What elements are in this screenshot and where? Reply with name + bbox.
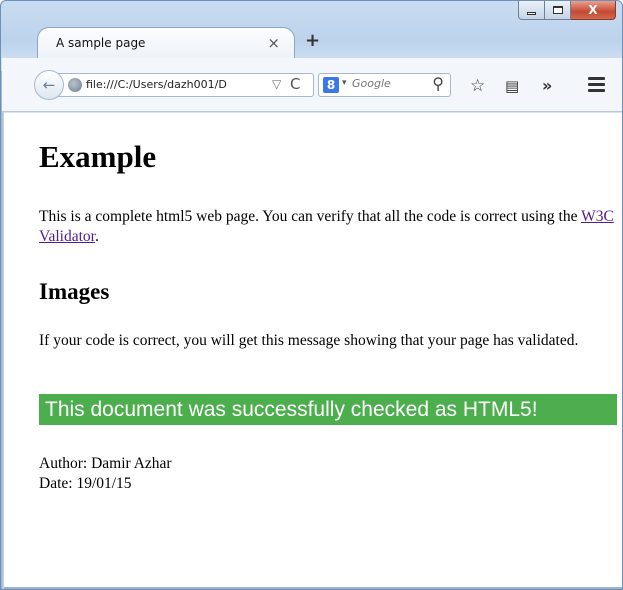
window-caption-buttons: X [518,1,616,20]
tab-close-icon[interactable]: × [267,34,280,52]
search-engine-icon[interactable]: 8 [323,77,339,93]
url-text[interactable]: file:///C:/Users/dazh001/D [86,78,266,91]
back-button[interactable]: ← [34,70,64,100]
maximize-button[interactable] [545,1,571,20]
menu-icon[interactable] [588,77,605,95]
tab-title: A sample page [56,36,146,50]
reading-list-icon[interactable]: ▤ [505,77,519,95]
minimize-button[interactable] [518,1,545,20]
tab-a-sample-page[interactable]: A sample page × [37,27,295,59]
globe-icon [68,78,82,92]
search-icon[interactable]: ⚲ [432,74,444,93]
browser-window: X A sample page × + file:///C:/Users/daz… [0,0,623,590]
intro-text: This is a complete html5 web page. You c… [39,208,582,225]
search-bar[interactable]: 8 ▾ ⚲ [318,73,451,97]
window-bottom-edge [4,587,622,589]
bookmark-star-icon[interactable]: ☆ [470,76,485,96]
page-heading: Example [39,139,157,174]
close-window-button[interactable]: X [571,1,616,20]
search-engine-caret-icon[interactable]: ▾ [342,78,347,88]
author-text: Author: Damir Azhar [39,455,172,472]
navigation-toolbar: file:///C:/Users/dazh001/D ▽ C ← 8 ▾ ⚲ ☆… [2,58,622,112]
new-tab-button[interactable]: + [305,30,320,51]
validation-badge: This document was successfully checked a… [39,394,617,425]
back-arrow-icon: ← [42,76,56,94]
images-heading: Images [39,279,110,304]
minimize-icon [527,11,536,15]
overflow-chevron-icon[interactable]: » [542,76,552,95]
images-paragraph: If your code is correct, you will get th… [39,332,579,349]
url-bar[interactable]: file:///C:/Users/dazh001/D ▽ C [58,73,314,97]
date-text: Date: 19/01/15 [39,475,132,492]
maximize-icon [552,6,563,14]
page-meta: Author: Damir Azhar Date: 19/01/15 [39,454,172,494]
url-dropdown-icon[interactable]: ▽ [272,77,281,91]
search-input[interactable] [352,77,422,90]
intro-text-end: . [94,228,99,245]
page-content: Example This is a complete html5 web pag… [4,113,622,589]
close-icon: X [588,3,598,17]
intro-paragraph: This is a complete html5 web page. You c… [39,207,622,247]
reload-icon[interactable]: C [290,75,300,93]
